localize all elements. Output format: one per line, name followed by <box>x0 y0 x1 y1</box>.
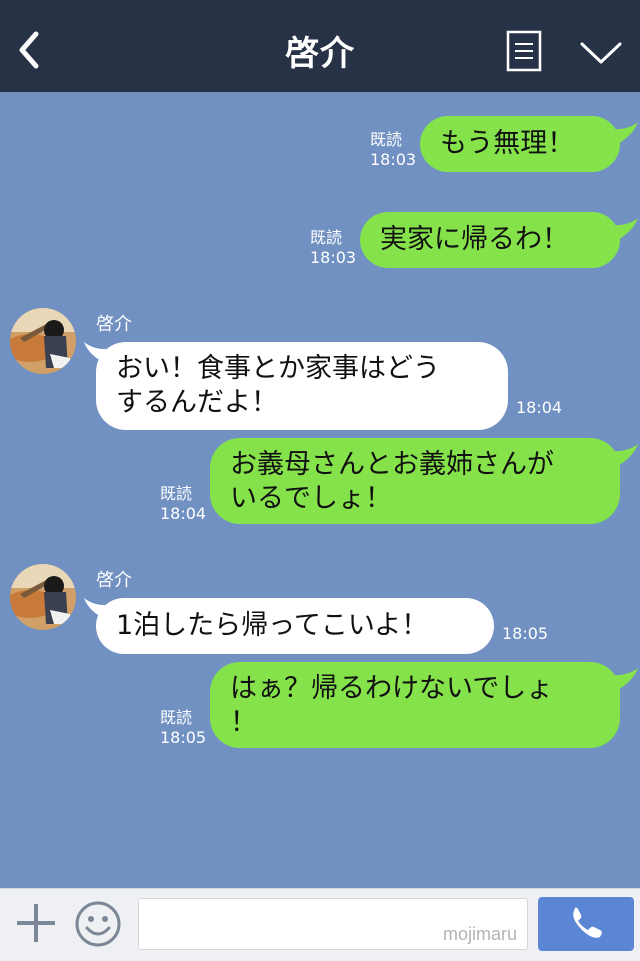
message-time: 18:05 <box>160 728 207 747</box>
chevron-down-icon[interactable] <box>578 36 624 68</box>
read-receipt: 既読 <box>310 228 343 247</box>
sent-message-bubble[interactable]: はぁ？帰るわけないでしょ ！ <box>210 662 620 748</box>
message-meta: 既読 18:04 <box>160 484 206 524</box>
message-time: 18:05 <box>502 624 549 643</box>
read-receipt: 既読 <box>160 484 193 503</box>
message-text-line: ！ <box>230 707 257 738</box>
call-button[interactable] <box>538 897 634 951</box>
bubble-tail <box>604 218 638 244</box>
message-time: 18:03 <box>370 150 417 169</box>
chat-title: 啓介 <box>285 34 355 74</box>
message-meta: 既読 18:03 <box>310 228 356 268</box>
message-text: 実家に帰るわ！ <box>380 224 569 255</box>
bubble-tail <box>604 668 638 694</box>
message-text-line: お義母さんとお義姉さんが <box>230 449 554 480</box>
message-text: 1泊したら帰ってこいよ！ <box>116 610 429 641</box>
plus-icon[interactable] <box>14 901 58 945</box>
phone-icon <box>573 907 602 938</box>
input-bar: mojimaru <box>0 888 640 961</box>
sent-message-bubble[interactable]: もう無理！ <box>420 116 620 172</box>
message-time: 18:04 <box>160 504 207 523</box>
message-text: もう無理！ <box>440 128 575 159</box>
watermark-text: mojimaru <box>442 924 517 944</box>
message-text-line: はぁ？帰るわけないでしょ <box>230 673 554 704</box>
bubble-tail <box>604 444 638 470</box>
avatar[interactable] <box>10 564 76 630</box>
sent-message-bubble[interactable]: 実家に帰るわ！ <box>360 212 620 268</box>
message-meta: 既読 18:05 <box>160 708 206 748</box>
bubble-tail <box>604 122 638 148</box>
message-text-line: するんだよ！ <box>116 387 278 418</box>
read-receipt: 既読 <box>370 130 403 149</box>
received-message-bubble[interactable]: 1泊したら帰ってこいよ！ <box>96 598 494 654</box>
sender-name: 啓介 <box>96 314 132 335</box>
message-time: 18:04 <box>516 398 563 417</box>
message-text-line: おい！食事とか家事はどう <box>116 353 440 384</box>
message-text-line: いるでしょ！ <box>230 483 392 514</box>
message-input[interactable]: mojimaru <box>138 898 528 950</box>
menu-list-icon[interactable] <box>506 30 542 72</box>
emoji-icon[interactable] <box>74 900 122 948</box>
sent-message-bubble[interactable]: お義母さんとお義姉さんが いるでしょ！ <box>210 438 620 524</box>
chat-header: 啓介 <box>0 0 640 92</box>
avatar[interactable] <box>10 308 76 374</box>
message-meta: 既読 18:03 <box>370 130 416 170</box>
received-message-bubble[interactable]: おい！食事とか家事はどう するんだよ！ <box>96 342 508 430</box>
sender-name: 啓介 <box>96 570 132 591</box>
chat-area[interactable]: 既読 18:03 もう無理！ 既読 18:03 実家に帰るわ！ 啓介 おい！食事… <box>0 92 640 888</box>
message-time: 18:03 <box>310 248 357 267</box>
read-receipt: 既読 <box>160 708 193 727</box>
